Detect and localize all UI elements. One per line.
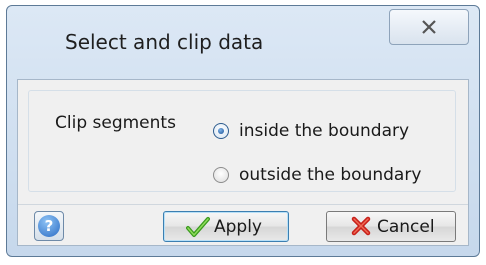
clip-segments-label: Clip segments <box>55 113 176 133</box>
red-x-icon <box>351 216 371 236</box>
close-icon <box>422 20 436 34</box>
dialog-body: Clip segments inside the boundary outsid… <box>17 79 469 246</box>
clip-options-group: Clip segments inside the boundary outsid… <box>28 90 456 192</box>
radio-label-inside[interactable]: inside the boundary <box>239 121 409 141</box>
apply-button[interactable]: Apply <box>163 211 289 242</box>
radio-button-checked[interactable] <box>213 123 229 139</box>
help-button[interactable]: ? <box>34 211 64 241</box>
dialog-title: Select and clip data <box>65 30 264 54</box>
checkmark-icon <box>186 217 210 237</box>
radio-button-unchecked[interactable] <box>213 167 229 183</box>
title-bar[interactable]: Select and clip data <box>7 6 479 78</box>
question-mark-icon: ? <box>38 215 60 237</box>
cancel-label: Cancel <box>377 217 435 237</box>
cancel-button[interactable]: Cancel <box>326 211 456 242</box>
radio-dot <box>218 128 224 134</box>
button-bar-divider <box>18 204 468 205</box>
radio-label-outside[interactable]: outside the boundary <box>239 165 421 185</box>
apply-label: Apply <box>214 217 262 237</box>
close-button[interactable] <box>389 9 469 45</box>
clip-dialog: Select and clip data Clip segments insid… <box>6 5 480 257</box>
